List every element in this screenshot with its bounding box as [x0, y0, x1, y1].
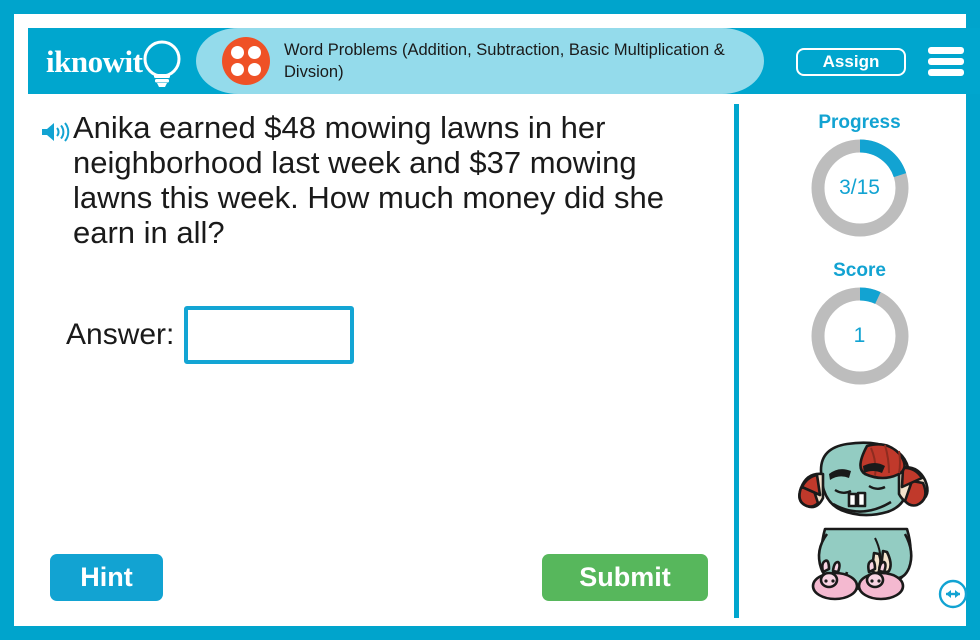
sidebar: Progress 3/15 Score 1	[739, 104, 980, 618]
assign-button[interactable]: Assign	[796, 48, 906, 76]
lesson-title: Word Problems (Addition, Subtraction, Ba…	[284, 41, 725, 81]
answer-label: Answer:	[66, 318, 175, 351]
dice-dot	[248, 63, 261, 76]
dice-dot	[231, 46, 244, 59]
progress-title: Progress	[818, 112, 901, 133]
question-block: Anika earned $48 mowing lawns in her nei…	[40, 110, 720, 250]
answer-input[interactable]	[184, 306, 355, 364]
submit-button[interactable]: Submit	[542, 554, 708, 601]
logo-text: iknowit	[46, 44, 143, 79]
menu-bar	[928, 69, 964, 76]
menu-bar	[928, 58, 964, 65]
score-value: 1	[853, 324, 866, 347]
iknowit-logo[interactable]: iknowit	[42, 34, 192, 90]
progress-value: 3/15	[839, 176, 880, 199]
app-header: iknowit Word Problems (Addition, Subtrac…	[28, 28, 980, 94]
dice-four-icon	[222, 37, 270, 85]
app-frame: iknowit Word Problems (Addition, Subtrac…	[0, 0, 980, 640]
score-ring: 1	[811, 287, 909, 385]
speaker-icon[interactable]	[40, 120, 70, 144]
lesson-title-band: Word Problems (Addition, Subtraction, Ba…	[196, 28, 764, 94]
score-title: Score	[833, 260, 886, 281]
lightbulb-icon	[143, 40, 181, 87]
question-text: Anika earned $48 mowing lawns in her nei…	[73, 110, 664, 250]
progress-block: Progress 3/15	[739, 112, 980, 237]
hamburger-menu-icon[interactable]	[928, 46, 964, 78]
dice-dot	[248, 46, 261, 59]
score-block: Score 1	[739, 260, 980, 385]
resize-horizontal-icon[interactable]	[938, 579, 968, 609]
menu-bar	[928, 47, 964, 54]
hint-button[interactable]: Hint	[50, 554, 163, 601]
progress-ring: 3/15	[811, 139, 909, 237]
troll-mascot-icon	[798, 441, 929, 601]
dice-dot	[231, 63, 244, 76]
answer-row: Answer:	[66, 306, 355, 364]
